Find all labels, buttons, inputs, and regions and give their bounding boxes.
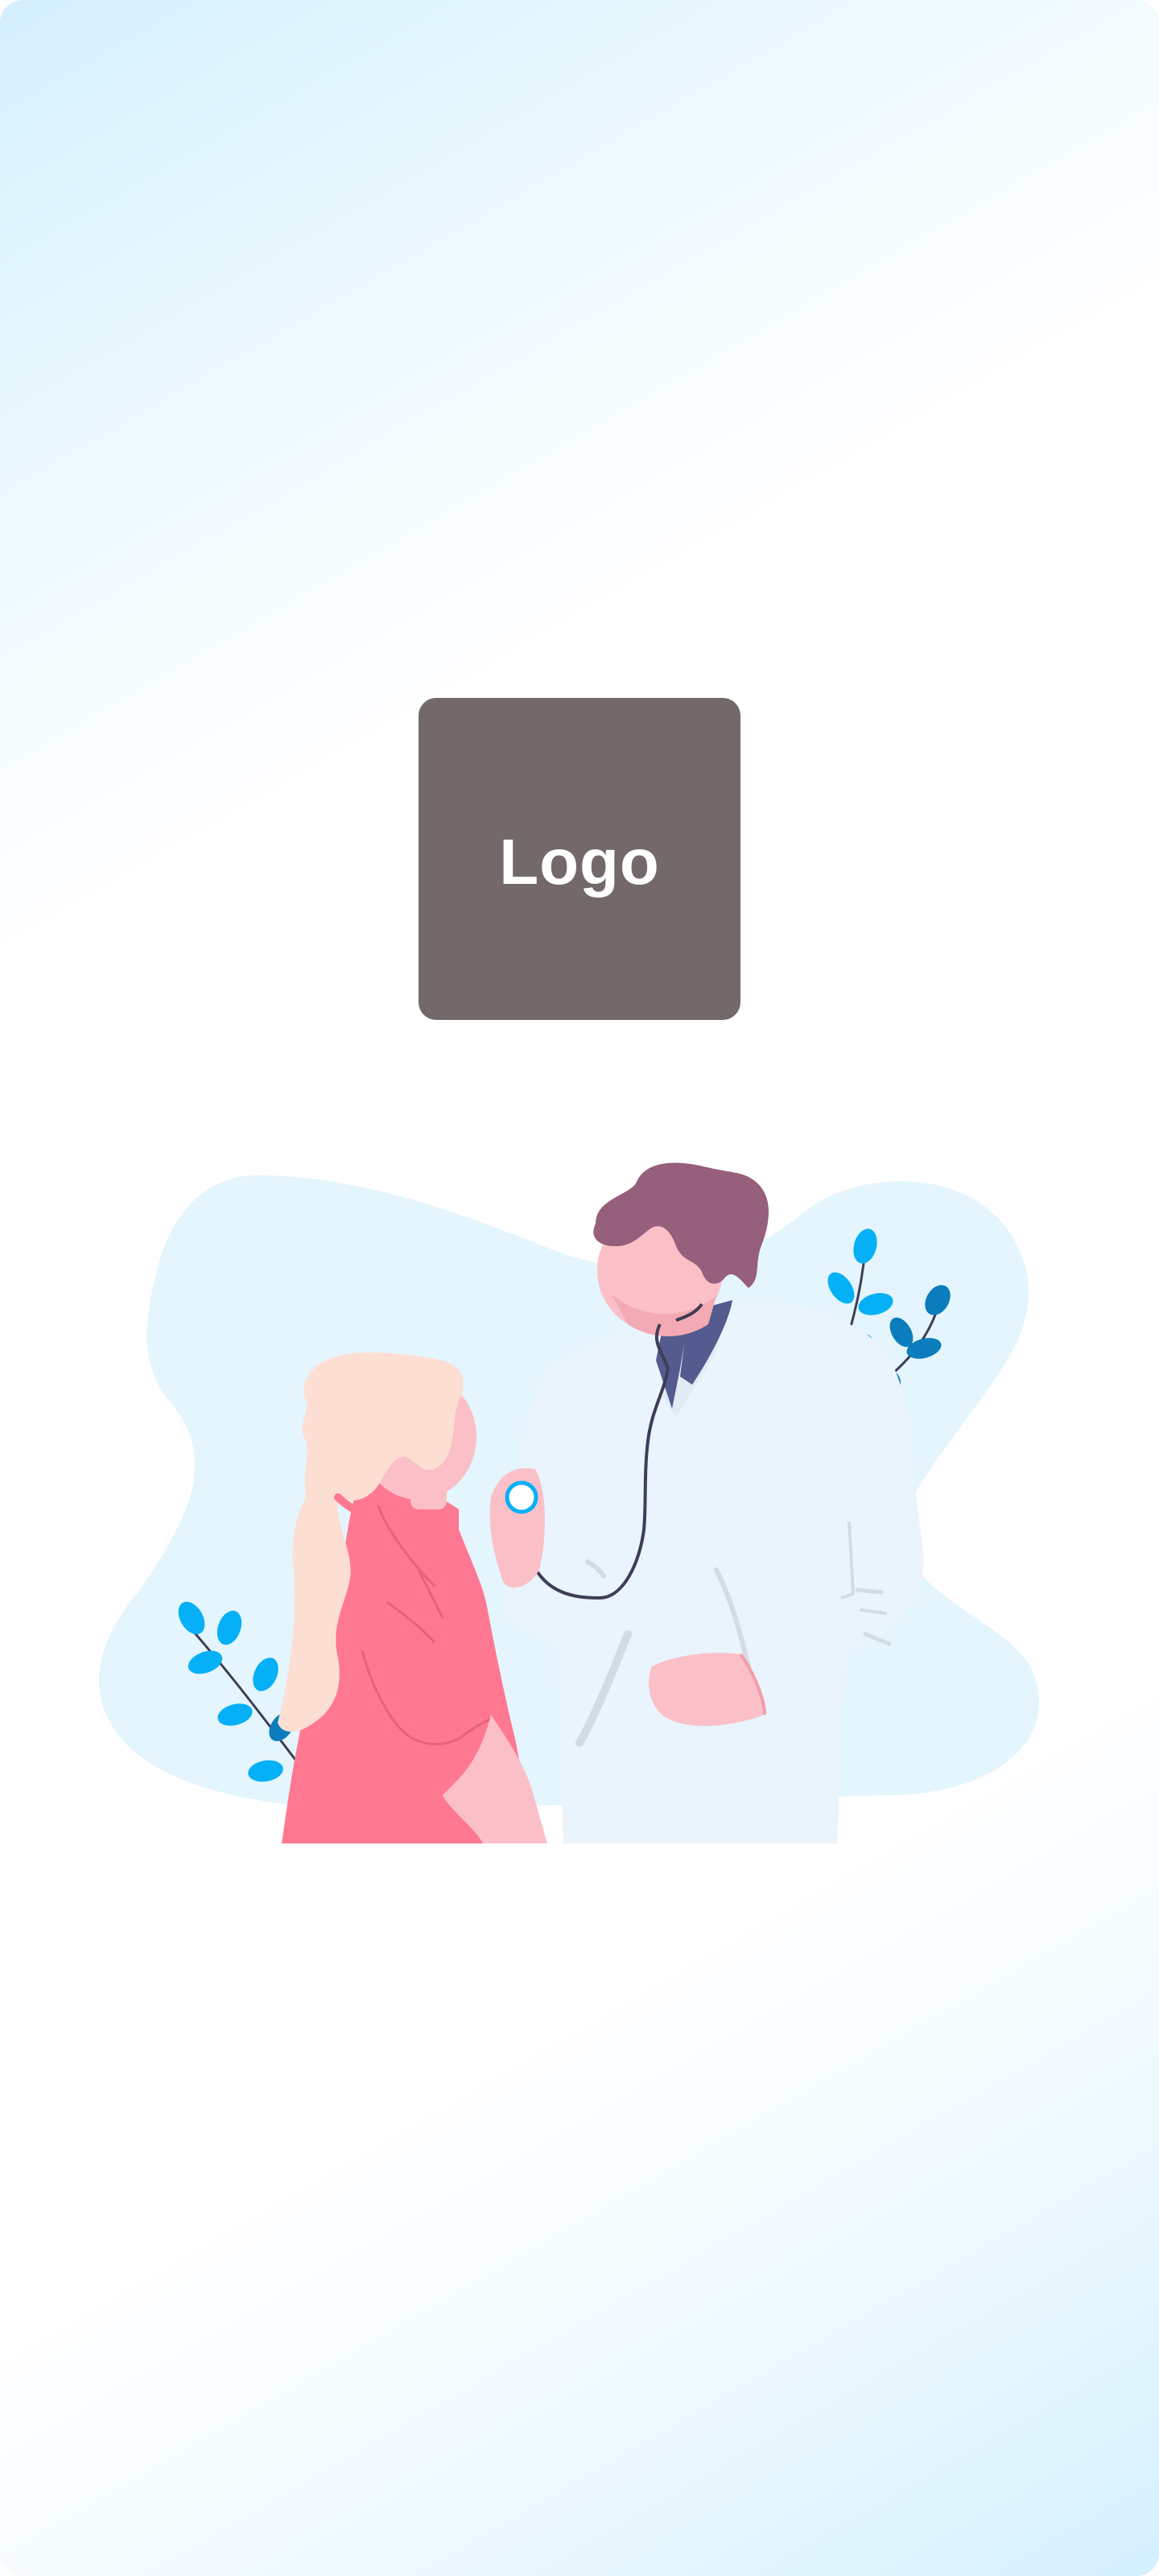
logo-placeholder: Logo	[419, 698, 740, 1020]
logo-text: Logo	[499, 826, 660, 898]
doctor-patient-illustration	[98, 1162, 1040, 1843]
splash-screen: Logo	[0, 0, 1159, 2576]
